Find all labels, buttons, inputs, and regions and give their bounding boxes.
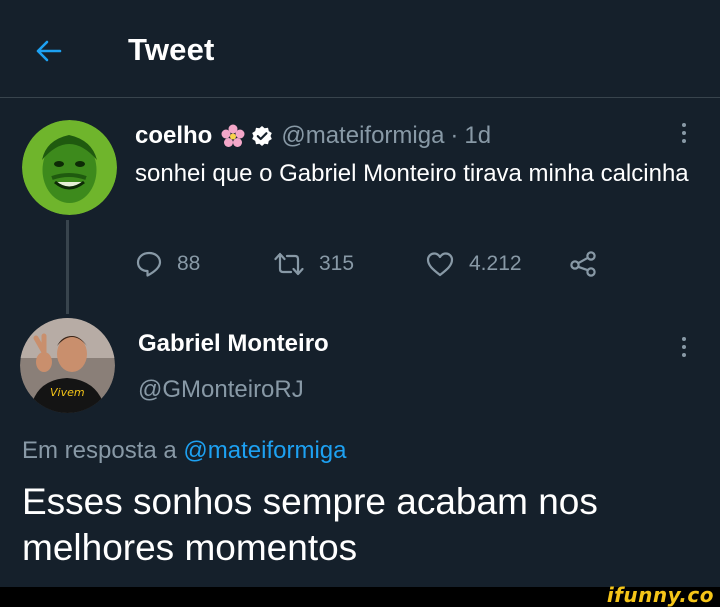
like-button[interactable]: 4.212 xyxy=(425,247,522,281)
retweet-count: 315 xyxy=(319,252,355,275)
more-options-button[interactable] xyxy=(674,118,694,148)
share-button[interactable] xyxy=(569,247,599,281)
author-name[interactable]: coelho xyxy=(135,122,212,150)
share-icon xyxy=(570,251,596,277)
top-bar: Tweet xyxy=(0,0,720,98)
retweet-icon xyxy=(274,252,304,276)
replying-to: Em resposta a @mateiformiga xyxy=(22,437,346,465)
avatar-coelho[interactable] xyxy=(22,120,117,215)
page-title: Tweet xyxy=(128,32,215,67)
separator: · xyxy=(450,122,459,149)
svg-text:Vivem: Vivem xyxy=(50,386,85,399)
tweet-header: coelho @mateiformiga · 1d xyxy=(135,121,491,151)
replying-to-handle-link[interactable]: @mateiformiga xyxy=(183,437,346,464)
heart-icon xyxy=(426,252,454,277)
reply-author-handle[interactable]: @GMonteiroRJ xyxy=(138,376,304,404)
back-button[interactable] xyxy=(30,33,66,69)
retweet-button[interactable]: 315 xyxy=(273,247,354,281)
avatar-image xyxy=(22,120,117,215)
avatar-gabriel-monteiro[interactable]: Vivem xyxy=(20,318,115,413)
avatar-image: Vivem xyxy=(20,318,115,413)
arrow-left-icon xyxy=(36,40,62,62)
tweet-text: sonhei que o Gabriel Monteiro tirava min… xyxy=(135,160,689,187)
more-dots-icon xyxy=(682,337,686,341)
thread-line xyxy=(66,220,69,314)
reply-count: 88 xyxy=(177,252,201,275)
author-handle[interactable]: @mateiformiga xyxy=(281,122,444,150)
ifunny-watermark: ifunny.co xyxy=(606,583,714,607)
reply-text: Esses sonhos sempre acabam nos melhores … xyxy=(22,481,598,568)
timestamp[interactable]: 1d xyxy=(464,122,491,150)
verified-badge-icon xyxy=(251,125,273,147)
like-count: 4.212 xyxy=(469,252,522,275)
reply-icon xyxy=(136,251,162,277)
reply-button[interactable]: 88 xyxy=(135,247,200,281)
more-dots-icon xyxy=(682,123,686,127)
replying-to-label: Em resposta a xyxy=(22,437,177,464)
reply-author-name[interactable]: Gabriel Monteiro xyxy=(138,330,329,358)
tweet-actions: 88 315 4.212 xyxy=(135,247,615,281)
reply-more-options-button[interactable] xyxy=(674,332,694,362)
flower-emoji-icon xyxy=(221,124,245,148)
